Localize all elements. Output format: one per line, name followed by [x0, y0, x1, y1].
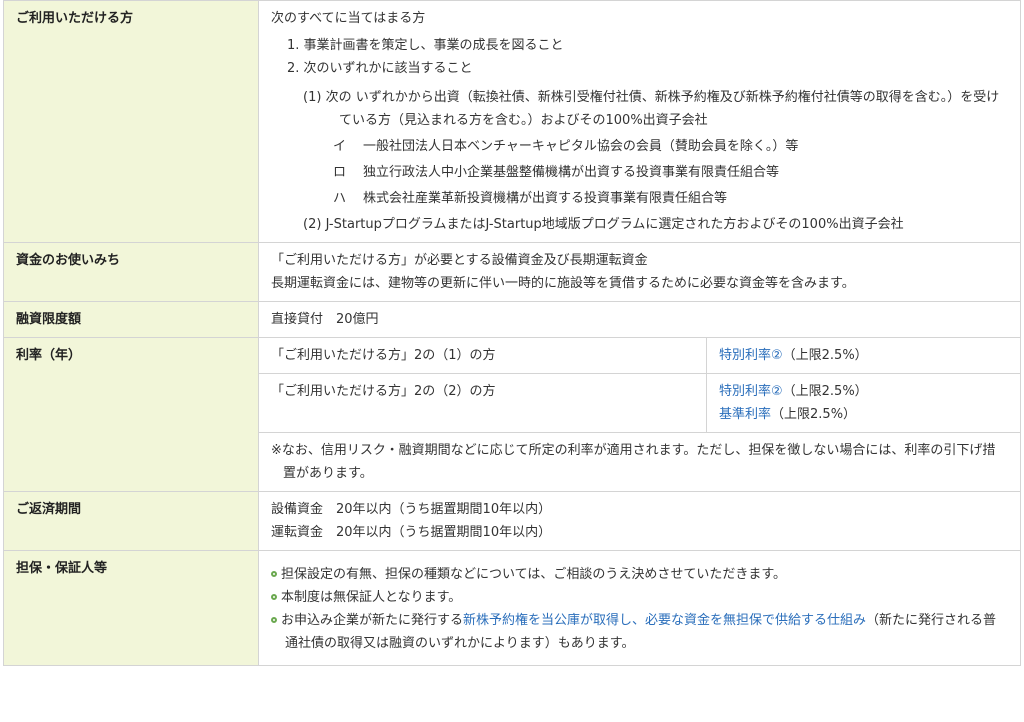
eligible-sub-list: (1) 次の いずれかから出資（転換社債、新株引受権付社債、新株予約権及び新株予… [303, 86, 1008, 236]
stock-acquisition-scheme-link[interactable]: 新株予約権を当公庫が取得し、必要な資金を無担保で供給する仕組み [463, 613, 866, 628]
eligible-body: 次のすべてに当てはまる方 1. 事業計画書を策定し、事業の成長を図ること 2. … [258, 0, 1021, 243]
kana-item-ro: ロ 独立行政法人中小企業基盤整備機構が出資する投資事業有限責任組合等 [303, 161, 1008, 184]
header-repay: ご返済期間 [3, 491, 259, 551]
collateral-body: 担保設定の有無、担保の種類などについては、ご相談のうえ決めさせていただきます。 … [258, 550, 1021, 666]
rate-note-cell: ※なお、信用リスク・融資期間などに応じて所定の利率が適用されます。ただし、担保を… [259, 433, 1020, 492]
rate-row-2: 「ご利用いただける方」2の（2）の方 特別利率②（上限2.5%） 基準利率（上限… [259, 373, 1020, 433]
sub-mark-2: (2) [303, 217, 322, 232]
collateral-text-2: 本制度は無保証人となります。 [281, 590, 462, 605]
kana-item-ha: ハ 株式会社産業革新投資機構が出資する投資事業有限責任組合等 [303, 187, 1008, 210]
row-use: 資金のお使いみち 「ご利用いただける方」が必要とする設備資金及び長期運転資金 長… [3, 242, 1021, 302]
bullet-icon [271, 617, 277, 623]
header-limit: 融資限度額 [3, 301, 259, 338]
kana-mark-i: イ [333, 139, 347, 154]
collateral-item-2: 本制度は無保証人となります。 [271, 586, 1008, 609]
use-line-1: 「ご利用いただける方」が必要とする設備資金及び長期運転資金 [271, 253, 648, 268]
rate-row-2-line-2: 基準利率（上限2.5%） [719, 403, 1008, 426]
row-rate: 利率（年） 「ご利用いただける方」2の（1）の方 特別利率②（上限2.5%） 「… [3, 337, 1021, 492]
sub-text-1: 次の いずれかから出資（転換社債、新株引受権付社債、新株予約権及び新株予約権付社… [325, 90, 1000, 128]
eligible-intro: 次のすべてに当てはまる方 [271, 11, 426, 26]
row-eligible: ご利用いただける方 次のすべてに当てはまる方 1. 事業計画書を策定し、事業の成… [3, 0, 1021, 243]
base-rate-link[interactable]: 基準利率 [719, 407, 771, 422]
rate-row-2-suffix-1: （上限2.5%） [782, 384, 868, 399]
rate-row-1-value: 特別利率②（上限2.5%） [706, 338, 1020, 374]
kana-item-i: イ 一般社団法人日本ベンチャーキャピタル協会の会員（賛助会員を除く。）等 [303, 135, 1008, 158]
row-repay: ご返済期間 設備資金 20年以内（うち据置期間10年以内） 運転資金 20年以内… [3, 491, 1021, 551]
rate-note-row: ※なお、信用リスク・融資期間などに応じて所定の利率が適用されます。ただし、担保を… [259, 433, 1020, 492]
rate-note: ※なお、信用リスク・融資期間などに応じて所定の利率が適用されます。ただし、担保を… [271, 443, 996, 481]
repay-line-2: 運転資金 20年以内（うち据置期間10年以内） [271, 525, 552, 540]
use-line-2: 長期運転資金には、建物等の更新に伴い一時的に施設等を賃借するために必要な資金等を… [271, 276, 855, 291]
repay-body: 設備資金 20年以内（うち据置期間10年以内） 運転資金 20年以内（うち据置期… [258, 491, 1021, 551]
collateral-text-3-pre: お申込み企業が新たに発行する [281, 613, 464, 628]
kana-mark-ha: ハ [333, 191, 347, 206]
special-rate-link[interactable]: 特別利率② [719, 384, 783, 399]
eligible-list: 1. 事業計画書を策定し、事業の成長を図ること 2. 次のいずれかに該当すること [271, 34, 1008, 80]
eligible-item-1: 1. 事業計画書を策定し、事業の成長を図ること [287, 38, 564, 53]
row-limit: 融資限度額 直接貸付 20億円 [3, 301, 1021, 338]
use-body: 「ご利用いただける方」が必要とする設備資金及び長期運転資金 長期運転資金には、建… [258, 242, 1021, 302]
repay-line-1: 設備資金 20年以内（うち据置期間10年以内） [271, 502, 552, 517]
header-eligible: ご利用いただける方 [3, 0, 259, 243]
bullet-icon [271, 594, 277, 600]
kana-text-ha: 株式会社産業革新投資機構が出資する投資事業有限責任組合等 [363, 191, 728, 206]
rate-row-2-label: 「ご利用いただける方」2の（2）の方 [259, 373, 707, 433]
header-rate: 利率（年） [3, 337, 259, 492]
collateral-list: 担保設定の有無、担保の種類などについては、ご相談のうえ決めさせていただきます。 … [271, 563, 1008, 655]
row-collateral: 担保・保証人等 担保設定の有無、担保の種類などについては、ご相談のうえ決めさせて… [3, 550, 1021, 666]
collateral-text-1: 担保設定の有無、担保の種類などについては、ご相談のうえ決めさせていただきます。 [281, 567, 787, 582]
header-use: 資金のお使いみち [3, 242, 259, 302]
limit-value: 直接貸付 20億円 [258, 301, 1021, 338]
header-collateral: 担保・保証人等 [3, 550, 259, 666]
rate-row-2-value: 特別利率②（上限2.5%） 基準利率（上限2.5%） [706, 373, 1020, 433]
bullet-icon [271, 571, 277, 577]
collateral-item-1: 担保設定の有無、担保の種類などについては、ご相談のうえ決めさせていただきます。 [271, 563, 1008, 586]
loan-info-table: ご利用いただける方 次のすべてに当てはまる方 1. 事業計画書を策定し、事業の成… [3, 0, 1021, 666]
sub-mark-1: (1) [303, 90, 322, 105]
rate-row-1-suffix: （上限2.5%） [782, 348, 868, 363]
eligible-sub-2: (2) J-StartupプログラムまたはJ-Startup地域版プログラムに選… [303, 213, 1008, 236]
rate-table: 「ご利用いただける方」2の（1）の方 特別利率②（上限2.5%） 「ご利用いただ… [259, 338, 1020, 491]
rate-row-2-suffix-2: （上限2.5%） [771, 407, 857, 422]
special-rate-link[interactable]: 特別利率② [719, 348, 783, 363]
kana-text-i: 一般社団法人日本ベンチャーキャピタル協会の会員（賛助会員を除く。）等 [363, 139, 799, 154]
rate-row-1-label: 「ご利用いただける方」2の（1）の方 [259, 338, 707, 374]
kana-text-ro: 独立行政法人中小企業基盤整備機構が出資する投資事業有限責任組合等 [363, 165, 780, 180]
rate-row-1: 「ご利用いただける方」2の（1）の方 特別利率②（上限2.5%） [259, 338, 1020, 374]
collateral-item-3: お申込み企業が新たに発行する新株予約権を当公庫が取得し、必要な資金を無担保で供給… [271, 609, 1008, 655]
eligible-sub-1: (1) 次の いずれかから出資（転換社債、新株引受権付社債、新株予約権及び新株予… [303, 86, 1008, 132]
rate-body: 「ご利用いただける方」2の（1）の方 特別利率②（上限2.5%） 「ご利用いただ… [258, 337, 1021, 492]
rate-row-2-line-1: 特別利率②（上限2.5%） [719, 380, 1008, 403]
eligible-item-2: 2. 次のいずれかに該当すること [287, 61, 473, 76]
sub-text-2: J-StartupプログラムまたはJ-Startup地域版プログラムに選定された… [325, 217, 904, 232]
kana-mark-ro: ロ [333, 165, 347, 180]
